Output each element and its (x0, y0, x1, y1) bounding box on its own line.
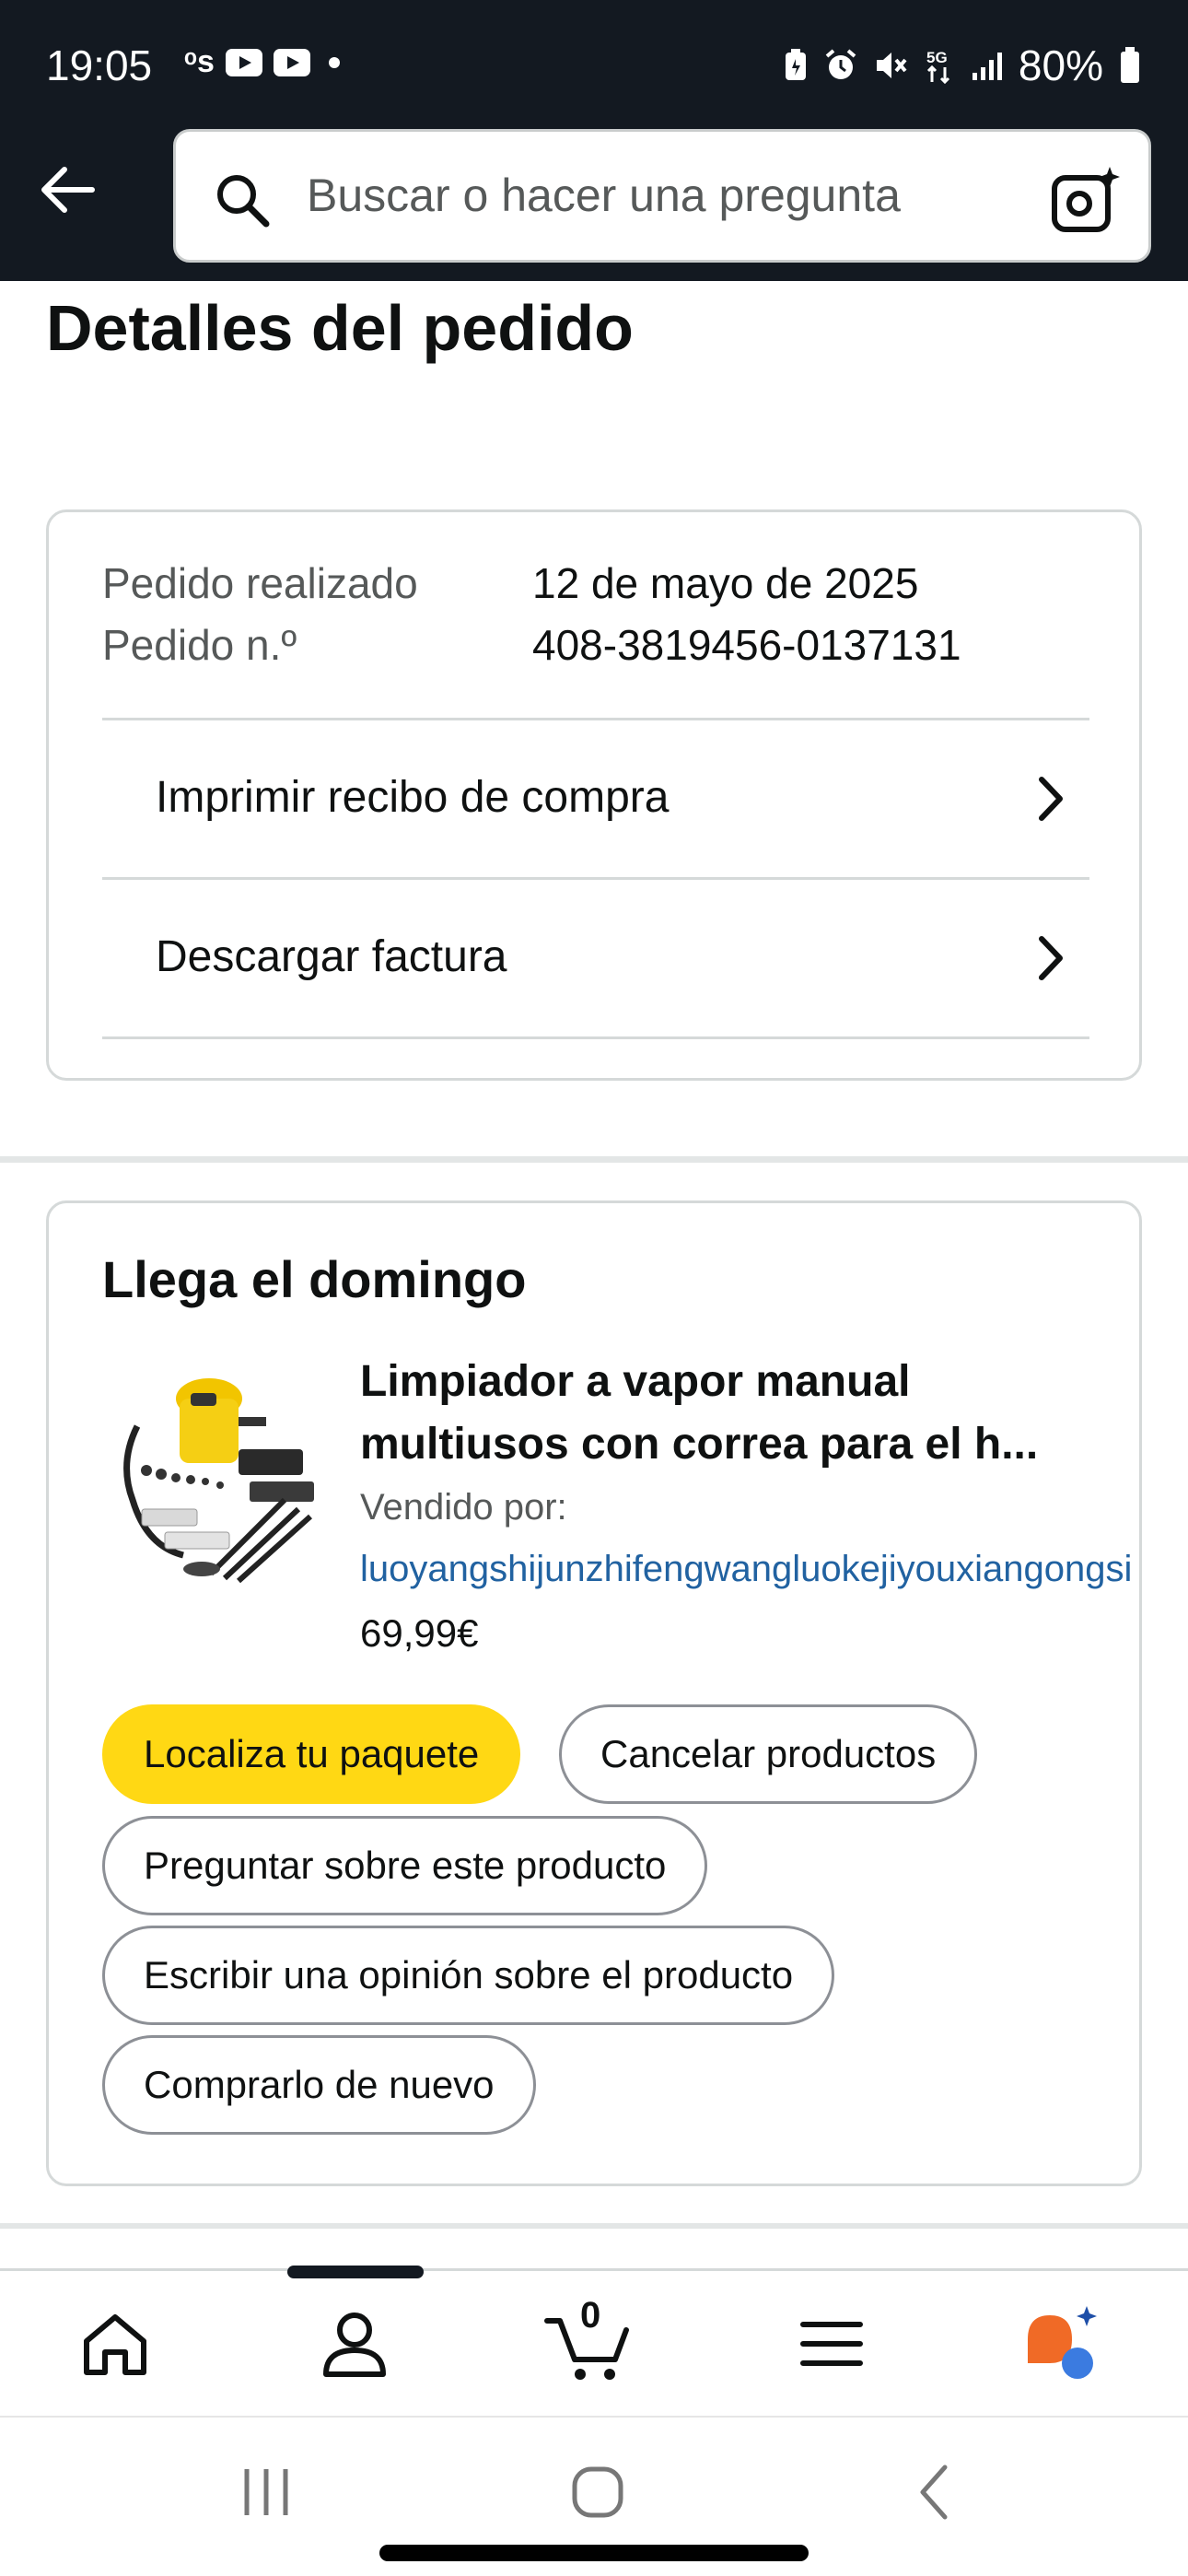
bottom-nav: 0 (0, 2266, 1188, 2416)
search-input[interactable]: Buscar o hacer una pregunta (173, 129, 1151, 263)
status-right-icons: 5G 80% (783, 41, 1142, 90)
system-nav-bar (0, 2416, 1188, 2576)
search-header: Buscar o hacer una pregunta (0, 129, 1188, 281)
delivery-card: Llega el domingo Limpiador a vapor manua… (46, 1200, 1142, 2186)
chevron-right-icon (1039, 936, 1063, 980)
back-arrow-icon[interactable] (35, 157, 101, 223)
cart-button[interactable]: 0 (543, 2295, 635, 2385)
status-time: 19:05 (46, 41, 153, 89)
product-image[interactable] (100, 1362, 331, 1592)
section-separator (0, 1156, 1188, 1163)
status-bar: 19:05 ᵒs 5G 80% (0, 0, 1188, 129)
signal-icon (972, 53, 1002, 80)
camera-lens-icon[interactable] (1049, 163, 1121, 235)
print-receipt-label: Imprimir recibo de compra (156, 773, 670, 822)
order-number-value: 408-3819456-0137131 (532, 621, 961, 669)
os-icon: ᵒs (184, 44, 215, 79)
write-review-button[interactable]: Escribir una opinión sobre el producto (102, 1926, 835, 2025)
app-root: 19:05 ᵒs 5G 80% Buscar o hacer una pregu… (0, 0, 1188, 2576)
sold-by-label: Vendido por: (360, 1487, 567, 1528)
rufus-ai-icon[interactable] (1020, 2302, 1103, 2385)
search-icon (217, 175, 270, 228)
order-info-card: Pedido realizado 12 de mayo de 2025 Pedi… (46, 509, 1142, 1081)
battery-icon (1121, 47, 1139, 83)
section-separator (0, 2223, 1188, 2229)
order-number-label: Pedido n.º (102, 621, 297, 669)
chevron-right-icon (1039, 777, 1063, 821)
cart-count: 0 (580, 2295, 601, 2336)
download-invoice-label: Descargar factura (156, 932, 507, 981)
youtube-icon (273, 48, 310, 76)
order-placed-value: 12 de mayo de 2025 (532, 559, 919, 607)
home-circle-icon[interactable] (565, 2460, 630, 2524)
mute-icon (876, 53, 907, 78)
track-package-button[interactable]: Localiza tu paquete (102, 1704, 521, 1804)
cancel-items-button[interactable]: Cancelar productos (559, 1704, 978, 1804)
menu-icon[interactable] (790, 2302, 873, 2385)
search-placeholder: Buscar o hacer una pregunta (307, 170, 901, 221)
battery-percentage: 80% (1018, 41, 1103, 89)
status-left-icons: ᵒs (184, 44, 340, 80)
buy-again-button[interactable]: Comprarlo de nuevo (102, 2035, 536, 2135)
back-icon[interactable] (903, 2460, 967, 2524)
seller-link[interactable]: luoyangshijunzhifengwangluokejiyouxiango… (360, 1549, 1132, 1590)
product-title-link[interactable]: Limpiador a vapor manual multiusos con c… (360, 1351, 1115, 1476)
dot-icon (328, 56, 340, 68)
recent-apps-icon[interactable] (234, 2460, 298, 2524)
order-placed-label: Pedido realizado (102, 559, 418, 607)
5g-icon: 5G (926, 49, 949, 84)
product-price: 69,99€ (360, 1611, 479, 1655)
ask-product-question-button[interactable]: Preguntar sobre este producto (102, 1816, 708, 1915)
divider (102, 1036, 1089, 1039)
print-receipt-link[interactable]: Imprimir recibo de compra (102, 720, 1089, 877)
alarm-icon (825, 49, 856, 79)
home-icon[interactable] (74, 2302, 157, 2385)
active-tab-indicator (287, 2266, 424, 2278)
gesture-home-bar[interactable] (379, 2545, 809, 2561)
download-invoice-link[interactable]: Descargar factura (102, 880, 1089, 1036)
svg-text:5G: 5G (926, 49, 948, 66)
account-icon[interactable] (313, 2302, 396, 2385)
page-title: Detalles del pedido (46, 292, 634, 364)
battery-saver-icon (785, 49, 806, 80)
youtube-icon (225, 48, 262, 76)
delivery-status-title: Llega el domingo (102, 1250, 527, 1308)
